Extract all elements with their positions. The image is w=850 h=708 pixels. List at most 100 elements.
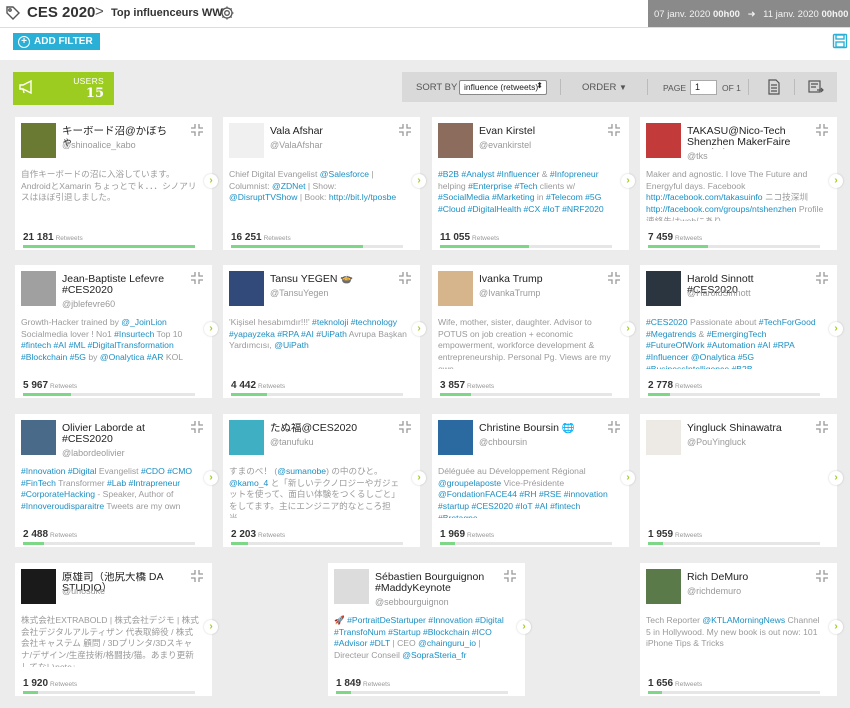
influencer-card[interactable]: Rich DeMuro @richdemuro Tech Reporter @KTL…	[640, 563, 843, 696]
date-range-picker[interactable]: 07 janv. 2020 00h00 ➜ 11 janv. 2020 00h0…	[648, 0, 850, 27]
avatar[interactable]	[438, 123, 473, 158]
collapse-icon[interactable]	[398, 123, 412, 137]
chevron-right-icon[interactable]: ›	[204, 620, 218, 634]
chevron-right-icon[interactable]: ›	[412, 322, 426, 336]
avatar[interactable]	[334, 569, 369, 604]
influencer-card[interactable]: Jean-Baptiste Lefevre #CES2020 @jblefevre…	[15, 265, 218, 398]
influencer-handle[interactable]: @tks	[687, 151, 708, 161]
avatar[interactable]	[229, 271, 264, 306]
collapse-icon[interactable]	[398, 271, 412, 285]
influencer-handle[interactable]: @HaroldSinnott	[687, 288, 751, 298]
collapse-icon[interactable]	[190, 569, 204, 583]
influencer-card[interactable]: Ivanka Trump @IvankaTrump Wife, mother, si…	[432, 265, 635, 398]
export-icon[interactable]	[808, 79, 824, 95]
collapse-icon[interactable]	[398, 420, 412, 434]
collapse-icon[interactable]	[503, 569, 517, 583]
influencer-card[interactable]: Christine Boursin 🌐 @chboursin Déléguée au…	[432, 414, 635, 547]
collapse-icon[interactable]	[190, 420, 204, 434]
influencer-handle[interactable]: @TansuYegen	[270, 288, 328, 298]
page-input[interactable]: 1	[690, 80, 717, 95]
influencer-name[interactable]: Ivanka Trump	[479, 274, 593, 285]
influencer-card[interactable]: Tansu YEĞEN 🍲 @TansuYegen 'Kişisel hesabım…	[223, 265, 426, 398]
chevron-right-icon[interactable]: ›	[517, 620, 531, 634]
influencer-handle[interactable]: @ValaAfshar	[270, 140, 323, 150]
influencer-handle[interactable]: @evankirstel	[479, 140, 531, 150]
influencer-name[interactable]: TAKASU@Nico-Tech Shenzhen MakerFaire Ban…	[687, 126, 801, 149]
collapse-icon[interactable]	[607, 420, 621, 434]
influencer-name[interactable]: Rich DeMuro	[687, 572, 801, 583]
chevron-right-icon[interactable]: ›	[829, 322, 843, 336]
influencer-handle[interactable]: @tanufuku	[270, 437, 314, 447]
collapse-icon[interactable]	[815, 123, 829, 137]
collapse-icon[interactable]	[190, 123, 204, 137]
chevron-right-icon[interactable]: ›	[204, 322, 218, 336]
collapse-icon[interactable]	[815, 271, 829, 285]
influencer-handle[interactable]: @jblefevre60	[62, 299, 115, 309]
influencer-handle[interactable]: @labordeolivier	[62, 448, 125, 458]
chevron-right-icon[interactable]: ›	[621, 174, 635, 188]
avatar[interactable]	[21, 420, 56, 455]
influencer-card[interactable]: Evan Kirstel @evankirstel #B2B #Analyst #I…	[432, 117, 635, 250]
sort-select[interactable]: influence (retweets) ⬍	[459, 80, 547, 95]
influencer-name[interactable]: Yingluck Shinawatra	[687, 423, 801, 434]
influencer-card[interactable]: TAKASU@Nico-Tech Shenzhen MakerFaire Ban…	[640, 117, 843, 250]
influencer-name[interactable]: Sébastien Bourguignon #MaddyKeynote	[375, 572, 489, 594]
collapse-icon[interactable]	[815, 420, 829, 434]
project-title[interactable]: CES 2020	[27, 4, 95, 21]
chevron-right-icon[interactable]: ›	[412, 174, 426, 188]
chevron-right-icon[interactable]: ›	[621, 322, 635, 336]
influencer-card[interactable]: Yingluck Shinawatra @PouYingluck › 1 959 Ret…	[640, 414, 843, 547]
collapse-icon[interactable]	[607, 271, 621, 285]
influencer-card[interactable]: Olivier Laborde at #CES2020 @labordeolivi…	[15, 414, 218, 547]
avatar[interactable]	[438, 271, 473, 306]
avatar[interactable]	[646, 271, 681, 306]
influencer-handle[interactable]: @chboursin	[479, 437, 527, 447]
influencer-name[interactable]: たぬ福@CES2020	[270, 423, 384, 434]
chevron-right-icon[interactable]: ›	[621, 471, 635, 485]
tag-icon[interactable]	[5, 5, 21, 21]
collapse-icon[interactable]	[607, 123, 621, 137]
influencer-card[interactable]: Vala Afshar @ValaAfshar Chief Digital Evan…	[223, 117, 426, 250]
influencer-handle[interactable]: @richdemuro	[687, 586, 741, 596]
chevron-right-icon[interactable]: ›	[829, 620, 843, 634]
influencer-handle[interactable]: @unosuke	[62, 586, 105, 596]
avatar[interactable]	[438, 420, 473, 455]
influencer-handle[interactable]: @PouYingluck	[687, 437, 746, 447]
influencer-card[interactable]: Sébastien Bourguignon #MaddyKeynote @sebb…	[328, 563, 531, 696]
influencer-handle[interactable]: @shinoalice_kabo	[62, 140, 136, 150]
gear-icon[interactable]	[219, 5, 235, 21]
avatar[interactable]	[21, 271, 56, 306]
influencer-name[interactable]: Vala Afshar	[270, 126, 384, 137]
chevron-right-icon[interactable]: ›	[204, 174, 218, 188]
collapse-icon[interactable]	[190, 271, 204, 285]
influencer-card[interactable]: Harold Sinnott #CES2020 @HaroldSinnott #CE…	[640, 265, 843, 398]
avatar[interactable]	[646, 420, 681, 455]
influencer-card[interactable]: たぬ福@CES2020 @tanufuku すまのべ！ (@sumanobe) の中…	[223, 414, 426, 547]
avatar[interactable]	[21, 569, 56, 604]
influencer-card[interactable]: キーボード沼@かぼちゃ @shinoalice_kabo 自作キーボードの沼に入浴し…	[15, 117, 218, 250]
influencer-name[interactable]: Tansu YEĞEN 🍲	[270, 274, 384, 285]
chevron-right-icon[interactable]: ›	[829, 471, 843, 485]
influencer-name[interactable]: Olivier Laborde at #CES2020	[62, 423, 176, 445]
chevron-right-icon[interactable]: ›	[829, 174, 843, 188]
avatar[interactable]	[229, 123, 264, 158]
chevron-right-icon[interactable]: ›	[204, 471, 218, 485]
influencer-card[interactable]: 原雄司（池尻大橋 DA STUDIO） @unosuke 株式会社EXTRABOLD…	[15, 563, 218, 696]
avatar[interactable]	[21, 123, 56, 158]
retweet-value: 7 459	[648, 232, 674, 243]
chevron-right-icon[interactable]: ›	[412, 471, 426, 485]
avatar[interactable]	[229, 420, 264, 455]
divider	[748, 79, 749, 95]
order-dropdown[interactable]: ORDER ▼	[582, 82, 627, 93]
influencer-handle[interactable]: @sebbourguignon	[375, 597, 449, 607]
influencer-handle[interactable]: @IvankaTrump	[479, 288, 540, 298]
influencer-name[interactable]: Jean-Baptiste Lefevre #CES2020	[62, 274, 176, 296]
influencer-name[interactable]: Christine Boursin 🌐	[479, 423, 593, 434]
influencer-name[interactable]: Evan Kirstel	[479, 126, 593, 137]
avatar[interactable]	[646, 123, 681, 158]
collapse-icon[interactable]	[815, 569, 829, 583]
document-icon[interactable]	[767, 79, 781, 95]
add-filter-button[interactable]: + ADD FILTER	[13, 33, 100, 50]
avatar[interactable]	[646, 569, 681, 604]
save-icon[interactable]	[832, 33, 848, 49]
